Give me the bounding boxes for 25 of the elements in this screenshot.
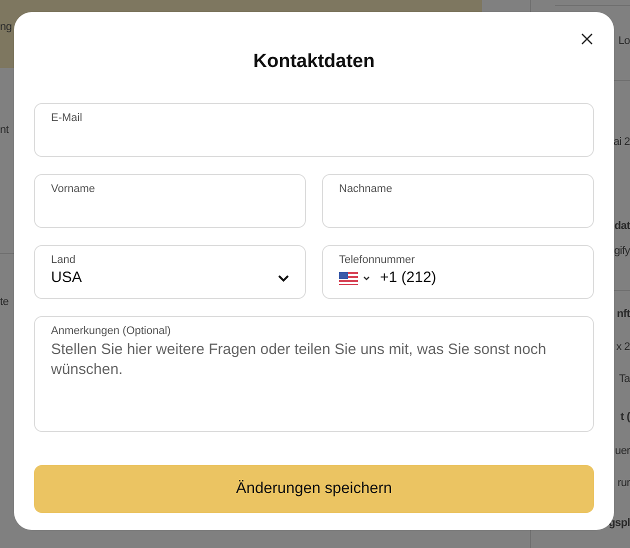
background-text: uer bbox=[615, 445, 630, 458]
background-text: Ta bbox=[618, 373, 630, 386]
save-button[interactable]: Änderungen speichern bbox=[34, 464, 594, 513]
text-field[interactable]: Vorname bbox=[34, 174, 306, 228]
notes-panel[interactable]: Anmerkungen (Optional) Stellen Sie hier weitere Fragen oder teilen Sie uns mit, was Sie sonst noch wünschen. bbox=[34, 316, 594, 432]
background-text: ai 2 bbox=[613, 136, 630, 150]
background-text: dat bbox=[614, 220, 630, 234]
background-text: gify bbox=[614, 245, 630, 258]
text-field[interactable]: Nachname bbox=[322, 174, 594, 228]
background-text: t ( bbox=[620, 411, 630, 424]
background-text: ng bbox=[0, 21, 12, 34]
field-label: Anmerkungen (Optional) bbox=[51, 324, 172, 338]
background-text: te bbox=[0, 296, 9, 310]
text-field[interactable]: E-Mail bbox=[34, 102, 594, 157]
chevron-down-icon bbox=[278, 274, 289, 282]
flag-icon[interactable] bbox=[339, 272, 358, 285]
background-text: Lo bbox=[618, 35, 630, 48]
background-text: rur bbox=[617, 477, 630, 490]
country-select[interactable]: Land USA bbox=[34, 244, 306, 299]
chevron-down-icon[interactable] bbox=[363, 276, 370, 281]
phone-field[interactable]: Telefonnummer +1 (212) bbox=[322, 244, 594, 299]
background-text: x 2 bbox=[616, 341, 630, 354]
background-text: nt bbox=[0, 124, 9, 138]
background-text: nft bbox=[616, 308, 630, 322]
dialog-title: Kontaktdaten bbox=[252, 50, 376, 74]
